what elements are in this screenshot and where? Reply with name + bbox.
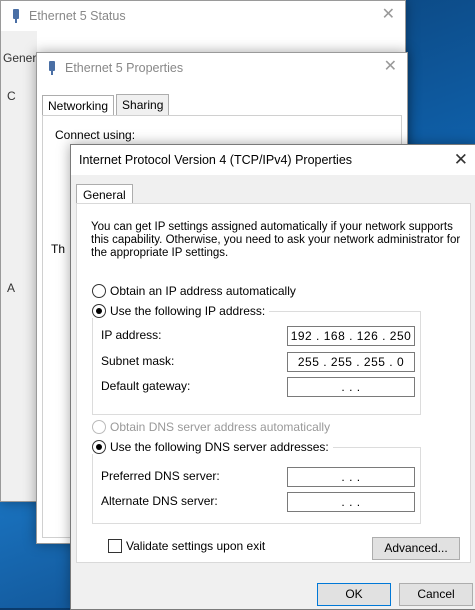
dns-manual-option[interactable]: Use the following DNS server addresses: (92, 440, 333, 454)
tab-sharing[interactable]: Sharing (116, 94, 170, 115)
ip-auto-radio[interactable] (92, 284, 106, 298)
alternate-dns-label: Alternate DNS server: (101, 494, 218, 508)
dns-manual-label: Use the following DNS server addresses: (110, 440, 329, 454)
network-adapter-icon (47, 61, 57, 75)
ip-auto-option[interactable]: Obtain an IP address automatically (92, 284, 296, 298)
ip-manual-option[interactable]: Use the following IP address: (92, 304, 270, 318)
dialog-title: Internet Protocol Version 4 (TCP/IPv4) P… (79, 153, 353, 167)
properties-tabs: Networking Sharing (42, 94, 170, 116)
properties-fragment-th: Th (51, 242, 66, 256)
ip-address-field[interactable]: 192 . 168 . 126 . 250 (287, 326, 415, 346)
cancel-button[interactable]: Cancel (399, 583, 473, 606)
ip-manual-radio[interactable] (92, 304, 106, 318)
properties-titlebar[interactable]: Ethernet 5 Properties ✕ (37, 53, 407, 83)
subnet-mask-label: Subnet mask: (101, 354, 175, 368)
ip-manual-label: Use the following IP address: (110, 304, 266, 318)
network-adapter-icon (11, 9, 21, 23)
status-fragment-c: C (7, 89, 16, 103)
dns-manual-radio[interactable] (92, 440, 106, 454)
status-titlebar[interactable]: Ethernet 5 Status ✕ (1, 1, 405, 31)
dialog-titlebar[interactable]: Internet Protocol Version 4 (TCP/IPv4) P… (71, 145, 475, 175)
subnet-mask-field[interactable]: 255 . 255 . 255 . 0 (287, 352, 415, 372)
preferred-dns-field[interactable]: . . . (287, 467, 415, 487)
default-gateway-label: Default gateway: (101, 379, 191, 393)
validate-label: Validate settings upon exit (126, 539, 266, 553)
ok-button[interactable]: OK (317, 583, 391, 606)
general-tab-panel: You can get IP settings assigned automat… (76, 203, 471, 563)
tab-general[interactable]: General (76, 184, 133, 205)
status-close-icon[interactable]: ✕ (382, 7, 395, 23)
connect-using-label: Connect using: (55, 128, 136, 142)
status-window-title: Ethernet 5 Status (29, 9, 126, 23)
dns-auto-label: Obtain DNS server address automatically (110, 420, 331, 434)
ip-auto-label: Obtain an IP address automatically (110, 284, 296, 298)
dns-auto-option[interactable]: Obtain DNS server address automatically (92, 420, 330, 434)
properties-close-icon[interactable]: ✕ (384, 59, 397, 75)
advanced-button[interactable]: Advanced... (372, 537, 460, 560)
description-text: You can get IP settings assigned automat… (91, 221, 461, 259)
alternate-dns-field[interactable]: . . . (287, 492, 415, 512)
ipv4-properties-dialog: Internet Protocol Version 4 (TCP/IPv4) P… (70, 144, 475, 610)
default-gateway-field[interactable]: . . . (287, 377, 415, 397)
dialog-tabs: General (76, 183, 133, 205)
status-fragment-a: A (7, 281, 16, 295)
dns-auto-radio[interactable] (92, 420, 106, 434)
dialog-close-icon[interactable]: ✕ (454, 151, 468, 168)
preferred-dns-label: Preferred DNS server: (101, 469, 220, 483)
tab-networking[interactable]: Networking (42, 95, 115, 116)
ip-address-label: IP address: (101, 328, 162, 342)
properties-window-title: Ethernet 5 Properties (65, 61, 184, 75)
validate-checkbox[interactable] (108, 539, 122, 553)
